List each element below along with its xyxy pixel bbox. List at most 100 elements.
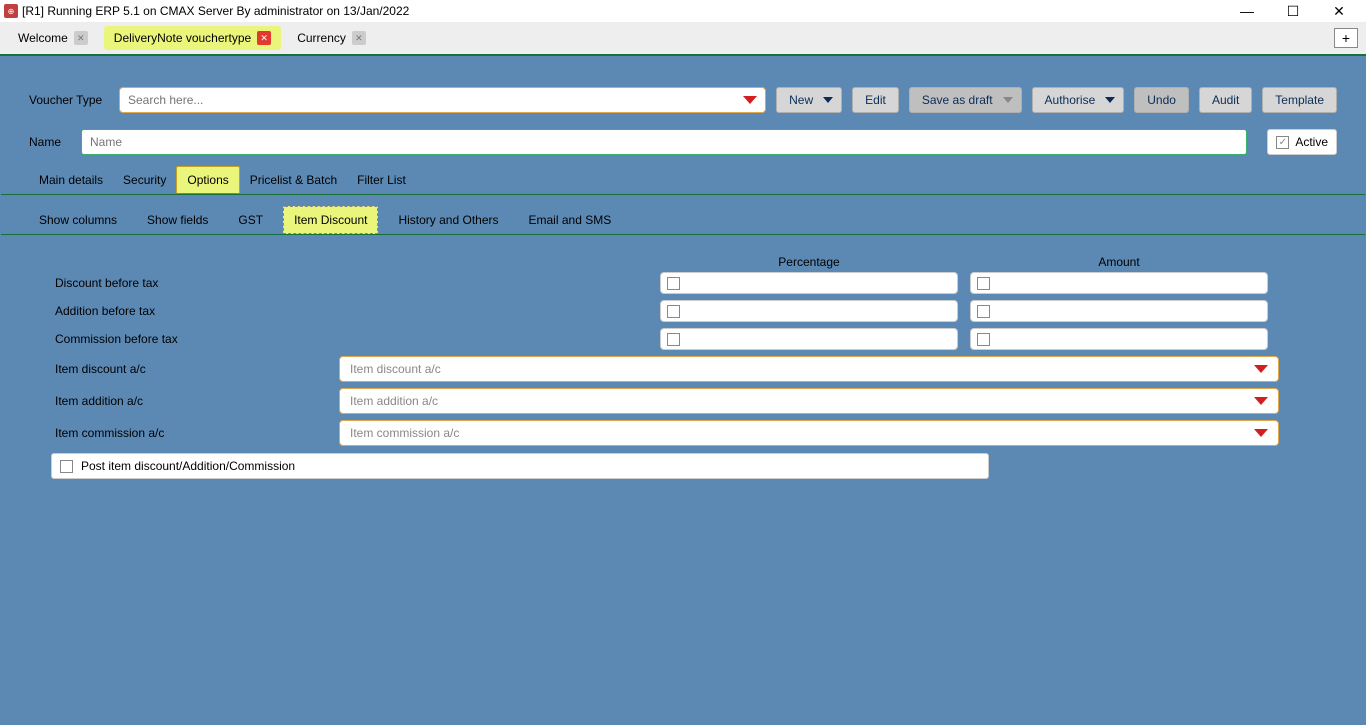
checkbox-icon: [667, 333, 680, 346]
addition-before-tax-row: Addition before tax: [29, 297, 1337, 325]
chevron-down-icon[interactable]: [743, 96, 757, 104]
button-label: Authorise: [1045, 93, 1096, 107]
window-controls: — ☐ ✕: [1224, 0, 1362, 22]
chevron-down-icon[interactable]: [823, 97, 833, 103]
row-label: Commission before tax: [29, 332, 309, 346]
button-label: Edit: [865, 93, 886, 107]
edit-button[interactable]: Edit: [852, 87, 899, 113]
form-area: Percentage Amount Discount before tax Ad…: [1, 235, 1365, 499]
chevron-down-icon[interactable]: [1105, 97, 1115, 103]
discount-before-tax-row: Discount before tax: [29, 269, 1337, 297]
combo-placeholder: Item commission a/c: [350, 426, 459, 440]
button-label: Save as draft: [922, 93, 993, 107]
button-label: New: [789, 93, 813, 107]
content-area: Voucher Type New Edit Save as draft Auth…: [0, 56, 1366, 500]
addition-percentage-checkbox[interactable]: [660, 300, 958, 322]
voucher-type-label: Voucher Type: [29, 93, 109, 107]
button-label: Undo: [1147, 93, 1176, 107]
item-commission-ac-row: Item commission a/c Item commission a/c: [29, 417, 1337, 449]
name-input[interactable]: [81, 129, 1247, 155]
tab-security[interactable]: Security: [113, 167, 176, 193]
sub-tabs: Show columns Show fields GST Item Discou…: [1, 205, 1365, 235]
checkbox-icon: [977, 305, 990, 318]
column-headers: Percentage Amount: [654, 255, 1337, 269]
template-button[interactable]: Template: [1262, 87, 1337, 113]
subtab-email-sms[interactable]: Email and SMS: [519, 207, 622, 233]
new-tab-button[interactable]: +: [1334, 28, 1358, 48]
tab-label: DeliveryNote vouchertype: [114, 31, 251, 45]
plus-icon: +: [1342, 30, 1350, 46]
chevron-down-icon[interactable]: [1254, 397, 1268, 405]
app-icon: ⊕: [4, 4, 18, 18]
discount-amount-checkbox[interactable]: [970, 272, 1268, 294]
subtab-show-columns[interactable]: Show columns: [29, 207, 127, 233]
minimize-button[interactable]: —: [1224, 0, 1270, 22]
name-label: Name: [29, 135, 61, 149]
commission-before-tax-row: Commission before tax: [29, 325, 1337, 353]
checkbox-icon: [667, 277, 680, 290]
audit-button[interactable]: Audit: [1199, 87, 1252, 113]
subtab-history-others[interactable]: History and Others: [388, 207, 508, 233]
post-item-row[interactable]: Post item discount/Addition/Commission: [51, 453, 989, 479]
maximize-button[interactable]: ☐: [1270, 0, 1316, 22]
item-addition-ac-combo[interactable]: Item addition a/c: [339, 388, 1279, 414]
tab-main-details[interactable]: Main details: [29, 167, 113, 193]
row-label: Item discount a/c: [29, 362, 339, 376]
subtab-gst[interactable]: GST: [228, 207, 273, 233]
commission-percentage-checkbox[interactable]: [660, 328, 958, 350]
item-commission-ac-combo[interactable]: Item commission a/c: [339, 420, 1279, 446]
active-label: Active: [1295, 135, 1328, 149]
authorise-button[interactable]: Authorise: [1032, 87, 1125, 113]
tab-filter-list[interactable]: Filter List: [347, 167, 416, 193]
item-discount-ac-row: Item discount a/c Item discount a/c: [29, 353, 1337, 385]
item-discount-ac-combo[interactable]: Item discount a/c: [339, 356, 1279, 382]
chevron-down-icon[interactable]: [1254, 429, 1268, 437]
action-row: Voucher Type New Edit Save as draft Auth…: [1, 57, 1365, 123]
addition-amount-checkbox[interactable]: [970, 300, 1268, 322]
tab-deliverynote-vouchertype[interactable]: DeliveryNote vouchertype ✕: [104, 26, 281, 50]
new-button[interactable]: New: [776, 87, 842, 113]
checkbox-icon: [977, 277, 990, 290]
row-label: Item commission a/c: [29, 426, 339, 440]
chevron-down-icon[interactable]: [1254, 365, 1268, 373]
subtab-show-fields[interactable]: Show fields: [137, 207, 218, 233]
active-checkbox[interactable]: ✓: [1276, 136, 1289, 149]
window-title: [R1] Running ERP 5.1 on CMAX Server By a…: [22, 4, 409, 18]
row-label: Addition before tax: [29, 304, 309, 318]
checkbox-icon: [977, 333, 990, 346]
search-input[interactable]: [128, 93, 743, 107]
undo-button[interactable]: Undo: [1134, 87, 1189, 113]
tab-welcome[interactable]: Welcome ✕: [8, 26, 98, 50]
voucher-type-search[interactable]: [119, 87, 766, 113]
row-label: Discount before tax: [29, 276, 309, 290]
amount-header: Amount: [964, 255, 1274, 269]
active-checkbox-container[interactable]: ✓ Active: [1267, 129, 1337, 155]
subtab-item-discount[interactable]: Item Discount: [283, 206, 378, 234]
chevron-down-icon[interactable]: [1003, 97, 1013, 103]
combo-placeholder: Item discount a/c: [350, 362, 441, 376]
button-label: Template: [1275, 93, 1324, 107]
checkbox-icon: [667, 305, 680, 318]
tab-options[interactable]: Options: [176, 166, 239, 193]
main-tabs: Main details Security Options Pricelist …: [1, 165, 1365, 195]
button-label: Audit: [1212, 93, 1239, 107]
close-icon[interactable]: ✕: [352, 31, 366, 45]
close-button[interactable]: ✕: [1316, 0, 1362, 22]
row-label: Item addition a/c: [29, 394, 339, 408]
item-addition-ac-row: Item addition a/c Item addition a/c: [29, 385, 1337, 417]
titlebar: ⊕ [R1] Running ERP 5.1 on CMAX Server By…: [0, 0, 1366, 22]
combo-placeholder: Item addition a/c: [350, 394, 438, 408]
tab-label: Welcome: [18, 31, 68, 45]
tab-label: Currency: [297, 31, 346, 45]
tab-currency[interactable]: Currency ✕: [287, 26, 376, 50]
post-checkbox[interactable]: [60, 460, 73, 473]
percentage-header: Percentage: [654, 255, 964, 269]
close-icon[interactable]: ✕: [257, 31, 271, 45]
close-icon[interactable]: ✕: [74, 31, 88, 45]
tab-pricelist-batch[interactable]: Pricelist & Batch: [240, 167, 347, 193]
post-label: Post item discount/Addition/Commission: [81, 459, 295, 473]
name-row: Name ✓ Active: [1, 123, 1365, 165]
commission-amount-checkbox[interactable]: [970, 328, 1268, 350]
discount-percentage-checkbox[interactable]: [660, 272, 958, 294]
save-as-draft-button[interactable]: Save as draft: [909, 87, 1022, 113]
